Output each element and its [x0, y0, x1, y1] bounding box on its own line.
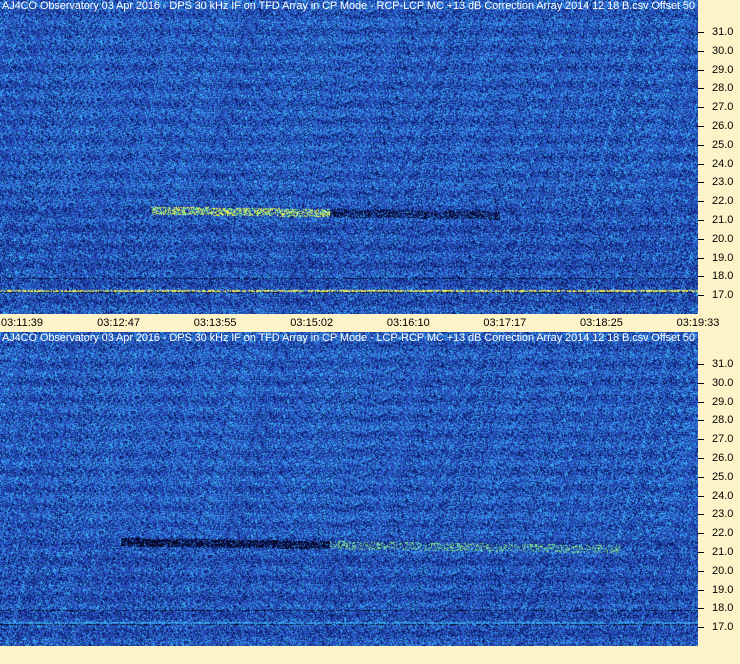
spectrogram-canvas: [0, 0, 698, 314]
bottom-strip: [0, 646, 740, 664]
frequency-tick: [698, 533, 704, 535]
frequency-tick: [698, 476, 704, 478]
frequency-axis: 31.0 30.0 29.0 28.0 27.0 26.0 25.0 24.0 23.0 22.0…: [698, 332, 740, 646]
frequency-tick: [698, 458, 704, 459]
frequency-label: 30.0: [712, 376, 734, 389]
frequency-tick: [698, 608, 704, 610]
frequency-tick: [698, 295, 704, 297]
frequency-label: 22.0: [712, 195, 734, 208]
frequency-label: 20.0: [712, 564, 734, 577]
frequency-label: 18.0: [712, 602, 734, 615]
frequency-tick: [698, 50, 704, 52]
frequency-label: 29.0: [712, 63, 734, 76]
frequency-label: 19.0: [712, 583, 734, 596]
spectrogram-title: AJ4CO Observatory 03 Apr 2016 - DPS 30 k…: [2, 332, 698, 344]
time-label: 03:16:10: [386, 317, 430, 329]
frequency-tick: [698, 401, 704, 403]
time-axis: 03:11:39 03:12:47 03:13:55 03:15:02 03:16:10…: [0, 314, 740, 332]
time-label: 03:13:55: [193, 317, 237, 329]
frequency-tick: [698, 570, 704, 572]
frequency-tick: [698, 364, 704, 365]
frequency-tick: [698, 514, 704, 516]
frequency-tick: [698, 495, 704, 497]
frequency-tick: [698, 276, 704, 278]
frequency-label: 21.0: [712, 546, 734, 558]
frequency-tick: [698, 69, 704, 71]
frequency-tick: [698, 201, 704, 203]
frequency-label: 22.0: [712, 527, 734, 540]
frequency-label: 27.0: [712, 433, 734, 446]
frequency-label: 19.0: [712, 251, 734, 264]
time-label: 03:15:02: [290, 317, 334, 329]
frequency-tick: [698, 238, 704, 240]
frequency-label: 31.0: [712, 26, 734, 38]
frequency-tick: [698, 107, 704, 109]
frequency-label: 23.0: [712, 176, 734, 189]
frequency-tick: [698, 32, 704, 33]
spectrogram-image: AJ4CO Observatory 03 Apr 2016 - DPS 30 k…: [0, 0, 698, 314]
frequency-label: 31.0: [712, 358, 734, 370]
frequency-tick: [698, 182, 704, 184]
frequency-label: 18.0: [712, 270, 734, 283]
frequency-label: 24.0: [712, 157, 734, 170]
frequency-label: 27.0: [712, 101, 734, 114]
frequency-label: 24.0: [712, 489, 734, 502]
frequency-tick: [698, 627, 704, 629]
frequency-label: 26.0: [712, 120, 734, 132]
frequency-tick: [698, 382, 704, 384]
frequency-tick: [698, 163, 704, 165]
frequency-label: 29.0: [712, 395, 734, 408]
frequency-label: 26.0: [712, 452, 734, 464]
frequency-tick: [698, 257, 704, 259]
frequency-tick: [698, 589, 704, 591]
time-label: 03:17:17: [483, 317, 527, 329]
frequency-label: 17.0: [712, 621, 734, 634]
time-label: 03:19:33: [676, 317, 720, 329]
frequency-label: 21.0: [712, 214, 734, 226]
frequency-tick: [698, 144, 704, 146]
frequency-axis: 31.0 30.0 29.0 28.0 27.0 26.0 25.0 24.0 23.0 22.0…: [698, 0, 740, 314]
spectrogram-panel-rcp-lcp: AJ4CO Observatory 03 Apr 2016 - DPS 30 k…: [0, 0, 740, 314]
frequency-label: 23.0: [712, 508, 734, 521]
spectrogram-image: AJ4CO Observatory 03 Apr 2016 - DPS 30 k…: [0, 332, 698, 646]
spectrogram-title: AJ4CO Observatory 03 Apr 2016 - DPS 30 k…: [2, 0, 698, 12]
frequency-label: 25.0: [712, 470, 734, 483]
frequency-tick: [698, 420, 704, 422]
frequency-label: 25.0: [712, 138, 734, 151]
frequency-label: 30.0: [712, 44, 734, 57]
frequency-label: 17.0: [712, 289, 734, 302]
spectrogram-canvas: [0, 332, 698, 646]
time-label: 03:18:25: [580, 317, 623, 329]
frequency-label: 20.0: [712, 232, 734, 245]
frequency-tick: [698, 126, 704, 127]
frequency-tick: [698, 220, 704, 221]
frequency-label: 28.0: [712, 82, 734, 95]
frequency-label: 28.0: [712, 414, 734, 427]
time-label: 03:12:47: [97, 317, 140, 329]
frequency-tick: [698, 88, 704, 90]
time-label: 03:11:39: [0, 317, 44, 329]
spectrogram-panel-lcp-rcp: AJ4CO Observatory 03 Apr 2016 - DPS 30 k…: [0, 332, 740, 646]
frequency-tick: [698, 439, 704, 441]
frequency-tick: [698, 552, 704, 553]
